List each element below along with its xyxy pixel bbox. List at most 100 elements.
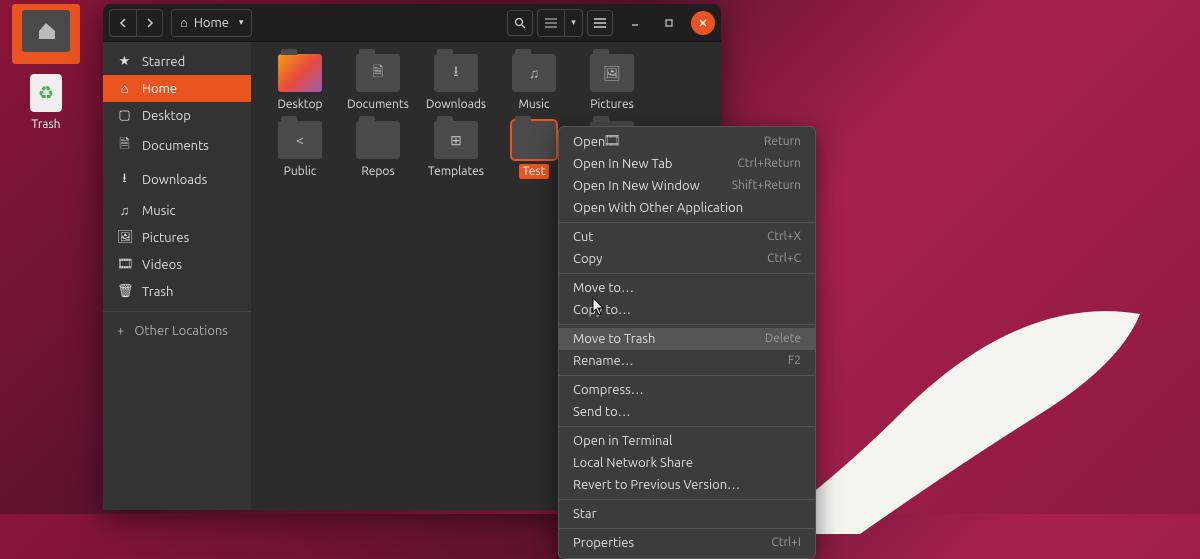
menu-item-open[interactable]: OpenReturn <box>559 131 815 153</box>
folder-glyph-icon: ♫ <box>529 65 540 81</box>
folder-pictures[interactable]: 🖼Pictures <box>573 54 651 111</box>
menu-item-open-in-new-tab[interactable]: Open In New Tab Ctrl+Return <box>559 153 815 175</box>
plus-icon: + <box>117 324 124 338</box>
back-button[interactable] <box>110 10 136 36</box>
folder-label: Music <box>519 98 550 111</box>
folder-public[interactable]: < Public <box>261 121 339 178</box>
hamburger-button[interactable] <box>587 10 613 36</box>
menu-separator <box>559 499 815 500</box>
menu-item-shortcut: Ctrl+I <box>771 536 801 550</box>
home-icon: ⌂ <box>117 81 132 96</box>
menu-item-compress[interactable]: Compress… <box>559 379 815 401</box>
desktop-trash-label: Trash <box>12 118 80 131</box>
view-dropdown-button[interactable]: ▾ <box>564 10 582 36</box>
folder-label: Templates <box>428 165 484 178</box>
menu-item-label: Star <box>573 507 597 521</box>
nav-buttons <box>109 9 163 37</box>
sidebar-item-starred[interactable]: ★Starred <box>103 48 251 75</box>
menu-item-shortcut: Shift+Return <box>732 179 801 193</box>
folder-documents[interactable]: 🗎 Documents <box>339 54 417 111</box>
downloads-icon: ⭳ <box>117 169 132 191</box>
folder-icon: ⊞ <box>434 121 478 159</box>
folder-icon <box>356 121 400 159</box>
desktop-icon: ▢ <box>117 108 132 123</box>
menu-separator <box>559 528 815 529</box>
menu-item-open-with-other-application[interactable]: Open With Other Application <box>559 197 815 219</box>
folder-music[interactable]: ♫ Music <box>495 54 573 111</box>
menu-item-local-network-share[interactable]: Local Network Share <box>559 452 815 474</box>
folder-icon: ♫ <box>512 54 556 92</box>
sidebar-item-trash[interactable]: 🗑Trash <box>103 278 251 305</box>
folder-label: Pictures <box>590 98 634 111</box>
folder-glyph-icon: < <box>296 132 304 148</box>
menu-item-label: Copy to… <box>573 303 631 317</box>
folder-label: Repos <box>361 165 394 178</box>
menu-item-label: Send to… <box>573 405 631 419</box>
menu-item-label: Open In New Tab <box>573 157 673 171</box>
menu-item-label: Open in Terminal <box>573 434 672 448</box>
context-menu: OpenReturnOpen In New TabCtrl+ReturnOpen… <box>558 126 816 559</box>
menu-item-star[interactable]: Star <box>559 503 815 525</box>
sidebar-item-videos[interactable]: 🎞Videos <box>103 251 251 278</box>
menu-item-shortcut: Ctrl+Return <box>737 157 801 171</box>
menu-item-open-in-terminal[interactable]: Open in Terminal <box>559 430 815 452</box>
documents-icon: 🗎 <box>117 135 132 157</box>
menu-item-label: Open With Other Application <box>573 201 743 215</box>
menu-item-move-to[interactable]: Move to… <box>559 277 815 299</box>
folder-icon: ⭳ <box>434 54 478 92</box>
menu-item-copy-to[interactable]: Copy to… <box>559 299 815 321</box>
search-button[interactable] <box>507 10 533 36</box>
menu-separator <box>559 375 815 376</box>
folder-label: Public <box>284 165 317 178</box>
menu-item-label: Open In New Window <box>573 179 700 193</box>
star-icon: ★ <box>117 54 132 69</box>
desktop-home-folder[interactable] <box>12 4 80 64</box>
folder-icon: < <box>278 121 322 159</box>
menu-separator <box>559 273 815 274</box>
menu-item-open-in-new-window[interactable]: Open In New Window Shift+Return <box>559 175 815 197</box>
sidebar-item-music[interactable]: ♫Music <box>103 197 251 224</box>
maximize-button[interactable] <box>657 11 681 35</box>
sidebar-item-desktop[interactable]: ▢Desktop <box>103 102 251 129</box>
sidebar-item-downloads[interactable]: ⭳Downloads <box>103 163 251 197</box>
sidebar-item-home[interactable]: ⌂Home <box>103 75 251 102</box>
folder-label: Documents <box>347 98 409 111</box>
path-label: Home <box>194 16 229 30</box>
folder-glyph-icon: ⊞ <box>450 132 462 149</box>
path-bar[interactable]: ⌂ Home ▾ <box>171 9 252 37</box>
menu-item-cut[interactable]: Cut Ctrl+X <box>559 226 815 248</box>
folder-templates[interactable]: ⊞ Templates <box>417 121 495 178</box>
menu-item-shortcut: F2 <box>788 354 801 368</box>
menu-item-rename[interactable]: Rename…F2 <box>559 350 815 372</box>
menu-item-shortcut: Ctrl+C <box>767 252 801 266</box>
menu-item-label: Revert to Previous Version… <box>573 478 740 492</box>
sidebar-separator <box>103 311 251 312</box>
folder-desktop[interactable]: Desktop <box>261 54 339 111</box>
folder-label: Desktop <box>277 98 322 111</box>
menu-item-revert-to-previous-version[interactable]: Revert to Previous Version… <box>559 474 815 496</box>
sidebar-item-pictures[interactable]: 🖼Pictures <box>103 224 251 251</box>
videos-icon: 🎞 <box>117 257 132 272</box>
folder-icon: 🗎 <box>356 54 400 92</box>
sidebar-item-documents[interactable]: 🗎Documents <box>103 129 251 163</box>
minimize-button[interactable] <box>623 11 647 35</box>
menu-item-shortcut: Return <box>764 135 801 149</box>
forward-button[interactable] <box>136 10 162 36</box>
list-view-button[interactable] <box>538 10 564 36</box>
home-icon: ⌂ <box>180 15 188 30</box>
menu-item-label: Local Network Share <box>573 456 693 470</box>
desktop-trash[interactable]: ♻ Trash <box>12 74 80 131</box>
music-icon: ♫ <box>117 203 132 218</box>
menu-item-label: Cut <box>573 230 593 244</box>
sidebar-other-locations[interactable]: +Other Locations <box>103 318 251 344</box>
close-button[interactable] <box>691 11 715 35</box>
folder-downloads[interactable]: ⭳Downloads <box>417 54 495 111</box>
menu-item-shortcut: Ctrl+X <box>767 230 801 244</box>
menu-item-properties[interactable]: PropertiesCtrl+I <box>559 532 815 554</box>
menu-item-label: Compress… <box>573 383 644 397</box>
menu-item-send-to[interactable]: Send to… <box>559 401 815 423</box>
folder-repos[interactable]: Repos <box>339 121 417 178</box>
menu-separator <box>559 426 815 427</box>
menu-item-move-to-trash[interactable]: Move to TrashDelete <box>559 328 815 350</box>
menu-item-copy[interactable]: CopyCtrl+C <box>559 248 815 270</box>
